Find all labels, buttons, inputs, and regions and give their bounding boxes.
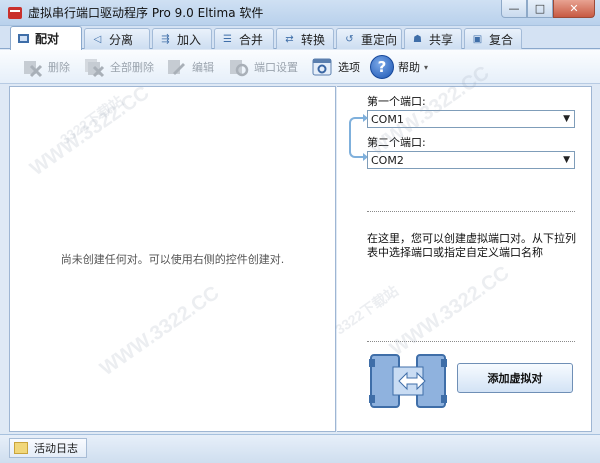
tab-label: 合并 bbox=[239, 32, 264, 47]
close-button[interactable]: ✕ bbox=[553, 0, 595, 18]
window-title: 虚拟串行端口驱动程序 Pro 9.0 Eltima 软件 bbox=[28, 6, 264, 20]
tab-label: 重定向 bbox=[361, 32, 398, 47]
help-icon: ? bbox=[370, 55, 394, 79]
edit-button[interactable]: 编辑 bbox=[160, 53, 218, 81]
create-pair-panel: 第一个端口: COM1 ▼ 第二个端口: COM2 ▼ 在这里，您可以创建虚拟端… bbox=[337, 86, 592, 432]
create-pair-info-text: 在这里，您可以创建虚拟端口对。从下拉列表中选择端口或指定自定义端口名称 bbox=[367, 232, 576, 259]
tab-label: 共享 bbox=[429, 32, 454, 47]
first-port-label: 第一个端口: bbox=[367, 95, 426, 108]
second-port-label: 第二个端口: bbox=[367, 136, 426, 149]
activity-log-tab[interactable]: 活动日志 bbox=[9, 438, 87, 458]
close-icon: ✕ bbox=[569, 2, 579, 15]
first-port-select[interactable]: COM1 ▼ bbox=[367, 110, 575, 128]
title-bar: 虚拟串行端口驱动程序 Pro 9.0 Eltima 软件 — □ ✕ bbox=[0, 0, 600, 26]
chevron-down-icon: ▾ bbox=[424, 62, 429, 72]
tab-redirect[interactable]: ↺ 重定向 bbox=[336, 28, 402, 49]
pair-bracket-icon bbox=[349, 114, 368, 161]
convert-icon: ⇄ bbox=[285, 33, 294, 45]
tab-label: 加入 bbox=[177, 32, 202, 47]
empty-pairs-message: 尚未创建任何对。可以使用右侧的控件创建对. bbox=[60, 253, 285, 266]
tab-label: 分离 bbox=[109, 32, 134, 47]
tab-label: 转换 bbox=[301, 32, 326, 47]
activity-log-label: 活动日志 bbox=[34, 442, 78, 455]
tab-label: 复合 bbox=[489, 32, 514, 47]
add-virtual-pair-button[interactable]: 添加虚拟对 bbox=[457, 363, 573, 393]
tab-split[interactable]: ◁ 分离 bbox=[84, 28, 150, 49]
toolbar: 删除 全部删除 编辑 端口设置 选项 ? 帮助 ▾ bbox=[0, 50, 600, 84]
options-icon bbox=[310, 55, 334, 79]
port-settings-button[interactable]: 端口设置 bbox=[222, 53, 302, 81]
tab-label: 配对 bbox=[35, 32, 60, 46]
tab-merge[interactable]: ☰ 合并 bbox=[214, 28, 274, 49]
delete-all-icon bbox=[82, 55, 106, 79]
window-controls: — □ ✕ bbox=[501, 0, 595, 18]
app-icon bbox=[8, 6, 22, 19]
composite-icon: ▣ bbox=[472, 33, 483, 45]
tab-pair[interactable]: 配对 bbox=[10, 26, 82, 50]
divider bbox=[367, 341, 575, 342]
delete-button[interactable]: 删除 bbox=[16, 53, 74, 81]
divider bbox=[367, 211, 575, 212]
delete-all-button[interactable]: 全部删除 bbox=[78, 53, 158, 81]
first-port-value: COM1 bbox=[371, 112, 404, 126]
mode-tab-bar: 配对 ◁ 分离 ⇶ 加入 ☰ 合并 ⇄ 转换 ↺ 重定向 ☗ 共享 ▣ 复合 bbox=[0, 26, 600, 50]
options-button[interactable]: 选项 bbox=[306, 53, 364, 81]
edit-icon bbox=[164, 55, 188, 79]
help-button[interactable]: ? 帮助 ▾ bbox=[366, 53, 432, 81]
second-port-select[interactable]: COM2 ▼ bbox=[367, 151, 575, 169]
split-icon: ◁ bbox=[93, 33, 102, 45]
minimize-button[interactable]: — bbox=[501, 0, 527, 18]
tab-composite[interactable]: ▣ 复合 bbox=[464, 28, 522, 49]
virtual-pair-icon bbox=[369, 353, 447, 409]
redirect-icon: ↺ bbox=[345, 33, 354, 45]
pair-icon bbox=[17, 32, 30, 45]
delete-icon bbox=[20, 55, 44, 79]
minimize-icon: — bbox=[508, 2, 520, 15]
log-icon bbox=[14, 442, 28, 454]
dropdown-arrow-icon: ▼ bbox=[563, 114, 570, 124]
restore-icon: □ bbox=[534, 2, 546, 15]
pairs-list-panel[interactable]: 尚未创建任何对。可以使用右侧的控件创建对. bbox=[9, 86, 336, 432]
join-icon: ⇶ bbox=[161, 33, 170, 45]
restore-button[interactable]: □ bbox=[527, 0, 553, 18]
share-icon: ☗ bbox=[413, 33, 422, 45]
port-settings-icon bbox=[226, 55, 250, 79]
second-port-value: COM2 bbox=[371, 153, 404, 167]
status-bar: 活动日志 bbox=[0, 434, 600, 463]
tab-convert[interactable]: ⇄ 转换 bbox=[276, 28, 334, 49]
tab-share[interactable]: ☗ 共享 bbox=[404, 28, 462, 49]
dropdown-arrow-icon: ▼ bbox=[563, 155, 570, 165]
tab-join[interactable]: ⇶ 加入 bbox=[152, 28, 212, 49]
merge-icon: ☰ bbox=[223, 33, 232, 45]
